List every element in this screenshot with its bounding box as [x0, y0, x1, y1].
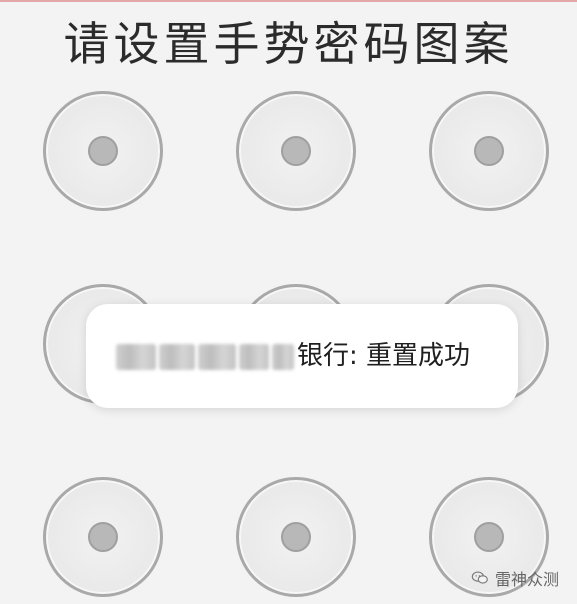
redacted-bank-name [239, 343, 269, 370]
gesture-node-3[interactable] [429, 91, 549, 211]
gesture-node-center [474, 136, 504, 166]
gesture-node-center [88, 522, 118, 552]
toast-message-text: 银行: 重置成功 [297, 341, 471, 371]
gesture-pattern-grid[interactable] [0, 0, 577, 604]
toast-message: 银行: 重置成功 [116, 304, 470, 408]
gesture-node-center [88, 136, 118, 166]
wechat-icon [471, 571, 488, 584]
gesture-node-2[interactable] [236, 91, 356, 211]
watermark: 雷神众测 [471, 566, 559, 590]
watermark-text: 雷神众测 [494, 570, 559, 589]
gesture-node-8[interactable] [236, 477, 356, 597]
gesture-node-center [281, 136, 311, 166]
gesture-node-1[interactable] [43, 91, 163, 211]
redacted-bank-name [159, 343, 195, 370]
gesture-node-center [474, 522, 504, 552]
redacted-bank-name [272, 343, 294, 370]
gesture-node-7[interactable] [43, 477, 163, 597]
redacted-bank-name [116, 343, 156, 370]
redacted-bank-name [198, 343, 236, 370]
toast-popup: 银行: 重置成功 [86, 304, 518, 408]
gesture-node-center [281, 522, 311, 552]
